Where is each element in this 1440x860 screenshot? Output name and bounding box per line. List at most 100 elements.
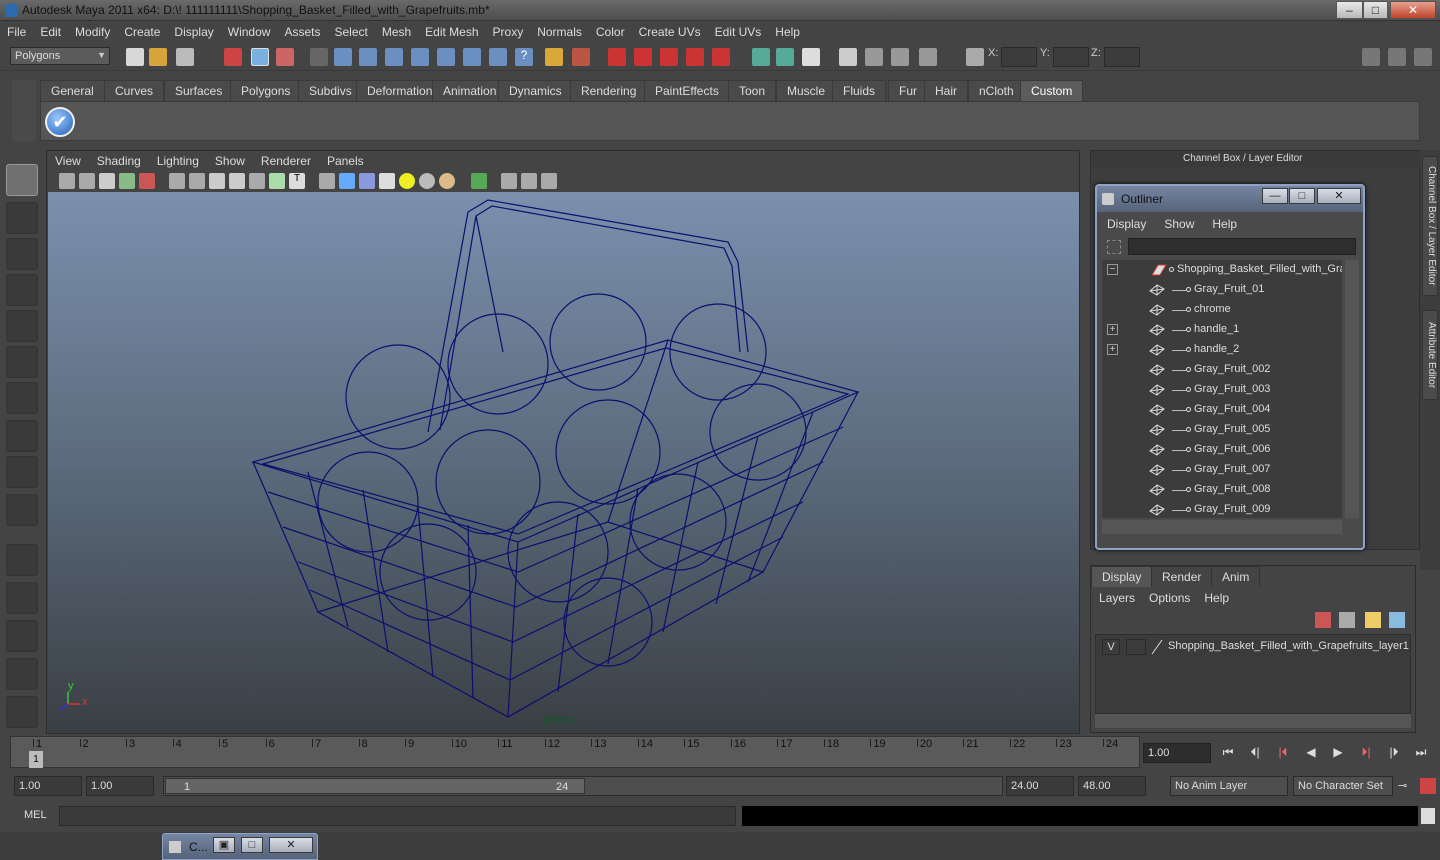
viewport-menu-lighting[interactable]: Lighting	[149, 151, 207, 168]
outliner-row[interactable]: Gray_Fruit_003	[1102, 380, 1342, 400]
playback-start-field[interactable]: 1.00	[86, 776, 154, 796]
step-forward-button[interactable]: |⏵	[1383, 745, 1405, 763]
custom-shelf-check-icon[interactable]: ✔	[45, 107, 75, 137]
current-frame-field[interactable]: 1.00	[1143, 743, 1211, 763]
scale-tool-icon[interactable]	[6, 346, 38, 378]
outliner-row[interactable]: + handle_1	[1102, 320, 1342, 340]
new-layer-icon[interactable]	[1365, 612, 1381, 628]
menu-help[interactable]: Help	[768, 22, 807, 39]
camera-attr-icon[interactable]	[79, 173, 95, 189]
layer-tab-anim[interactable]: Anim	[1211, 566, 1261, 587]
expand-icon[interactable]: +	[1107, 324, 1118, 335]
outliner-close-button[interactable]: ✕	[1317, 188, 1361, 204]
menu-normals[interactable]: Normals	[530, 22, 589, 39]
default-material-icon[interactable]	[319, 173, 335, 189]
mel-label[interactable]: MEL	[24, 809, 47, 821]
shelf-tab-fluids[interactable]: Fluids	[832, 80, 887, 101]
channelbox-toggle-icon[interactable]	[1388, 48, 1406, 66]
mel-input[interactable]	[59, 806, 736, 826]
mask-icon[interactable]	[310, 48, 328, 66]
outliner-row[interactable]: Gray_Fruit_01	[1102, 280, 1342, 300]
move-layer-icon[interactable]	[1315, 612, 1331, 628]
soft-mod-icon[interactable]	[6, 420, 38, 452]
hypershade-layout-icon[interactable]	[6, 696, 38, 728]
outliner-row[interactable]: Gray_Fruit_007	[1102, 460, 1342, 480]
wireframe-icon[interactable]	[169, 173, 185, 189]
camera-select-icon[interactable]	[59, 173, 75, 189]
grid-icon[interactable]	[139, 173, 155, 189]
text-icon[interactable]: T	[289, 173, 305, 189]
toolsettings-toggle-icon[interactable]	[1414, 48, 1432, 66]
outliner-search-input[interactable]	[1128, 238, 1356, 255]
mini-restore-button[interactable]: ▣	[213, 837, 235, 853]
shelf-tab-hair[interactable]: Hair	[924, 80, 969, 101]
track-icon[interactable]	[541, 173, 557, 189]
select-tool-icon[interactable]	[6, 164, 38, 196]
snap-live-icon[interactable]	[712, 48, 730, 66]
shelf-tab-painteffects[interactable]: PaintEffects	[644, 80, 730, 101]
backface-icon[interactable]	[359, 173, 375, 189]
lights-icon[interactable]	[399, 173, 415, 189]
3d-viewport[interactable]: y x persp	[48, 192, 1079, 733]
shelf-tab-fur[interactable]: Fur	[888, 80, 928, 101]
layer-row[interactable]: V Shopping_Basket_Filled_with_Grapefruit…	[1096, 637, 1412, 657]
menu-assets[interactable]: Assets	[277, 22, 327, 39]
tab-attribute-editor[interactable]: Attribute Editor	[1422, 310, 1438, 400]
menu-edit-mesh[interactable]: Edit Mesh	[418, 22, 485, 39]
minimized-window[interactable]: C... ▣ □ ✕	[162, 833, 318, 860]
outliner-menu-display[interactable]: Display	[1097, 212, 1154, 231]
layer-horizontal-scrollbar[interactable]	[1095, 714, 1411, 728]
wire-on-shaded-icon[interactable]	[229, 173, 245, 189]
shelf-tab-toon[interactable]: Toon	[728, 80, 777, 101]
ipr-render-icon[interactable]	[891, 48, 909, 66]
shadows-icon[interactable]	[419, 173, 435, 189]
snap-point-icon[interactable]	[660, 48, 678, 66]
expand-icon[interactable]: +	[1107, 344, 1118, 355]
history-icon[interactable]	[752, 48, 770, 66]
textured-icon[interactable]	[269, 173, 285, 189]
menu-edit[interactable]: Edit	[33, 22, 68, 39]
outliner-menu-show[interactable]: Show	[1154, 212, 1202, 231]
select-surfaces-icon[interactable]	[411, 48, 429, 66]
layer-menu-options[interactable]: Options	[1141, 588, 1196, 605]
shelf-tab-curves[interactable]: Curves	[104, 80, 165, 101]
menu-color[interactable]: Color	[589, 22, 632, 39]
shaded-icon[interactable]	[209, 173, 225, 189]
four-pane-layout-icon[interactable]	[6, 582, 38, 614]
layer-tab-render[interactable]: Render	[1151, 566, 1213, 587]
x-field[interactable]	[1001, 47, 1037, 67]
range-slider-handle[interactable]: 1 24	[165, 778, 585, 794]
checker-icon[interactable]	[379, 173, 395, 189]
outliner-vertical-scrollbar[interactable]	[1345, 260, 1359, 518]
menu-mesh[interactable]: Mesh	[375, 22, 418, 39]
outliner-row[interactable]: Gray_Fruit_006	[1102, 440, 1342, 460]
range-slider[interactable]: 1 24	[163, 776, 1003, 796]
shelf-tab-ncloth[interactable]: nCloth	[968, 80, 1025, 101]
smooth-shade-icon[interactable]	[189, 173, 205, 189]
time-slider[interactable]: 1 1 2 3 4 5 6 7 8 9 10 11 12 13 14 15 16 17 18 19 20 21 22 23 2…	[10, 736, 1140, 768]
go-to-end-button[interactable]: ⏭	[1410, 745, 1432, 763]
outliner-row[interactable]: + handle_2	[1102, 340, 1342, 360]
viewport-menu-view[interactable]: View	[47, 151, 89, 168]
outliner-horizontal-scrollbar[interactable]	[1102, 520, 1342, 534]
step-back-button[interactable]: ⏴|	[1244, 745, 1266, 763]
menu-window[interactable]: Window	[221, 22, 278, 39]
move-tool-icon[interactable]	[6, 274, 38, 306]
select-curves-icon[interactable]	[385, 48, 403, 66]
menu-create-uvs[interactable]: Create UVs	[632, 22, 708, 39]
select-component-icon[interactable]	[276, 48, 294, 66]
character-set-dropdown[interactable]: No Character Set	[1293, 776, 1393, 796]
select-handles-icon[interactable]	[334, 48, 352, 66]
mini-maximize-button[interactable]: □	[241, 837, 263, 853]
shelf-tab-general[interactable]: General	[40, 80, 105, 101]
current-frame-marker[interactable]: 1	[29, 751, 43, 768]
outliner-row[interactable]: Gray_Fruit_002	[1102, 360, 1342, 380]
layer-menu-help[interactable]: Help	[1196, 588, 1235, 605]
outliner-menu-help[interactable]: Help	[1202, 212, 1245, 231]
graph-editor-layout-icon[interactable]	[6, 658, 38, 690]
outliner-row[interactable]: Gray_Fruit_004	[1102, 400, 1342, 420]
frame-all-icon[interactable]	[501, 173, 517, 189]
script-editor-icon[interactable]	[1421, 808, 1435, 824]
shelf-handle[interactable]	[12, 80, 36, 142]
minimize-button[interactable]: –	[1336, 1, 1363, 19]
